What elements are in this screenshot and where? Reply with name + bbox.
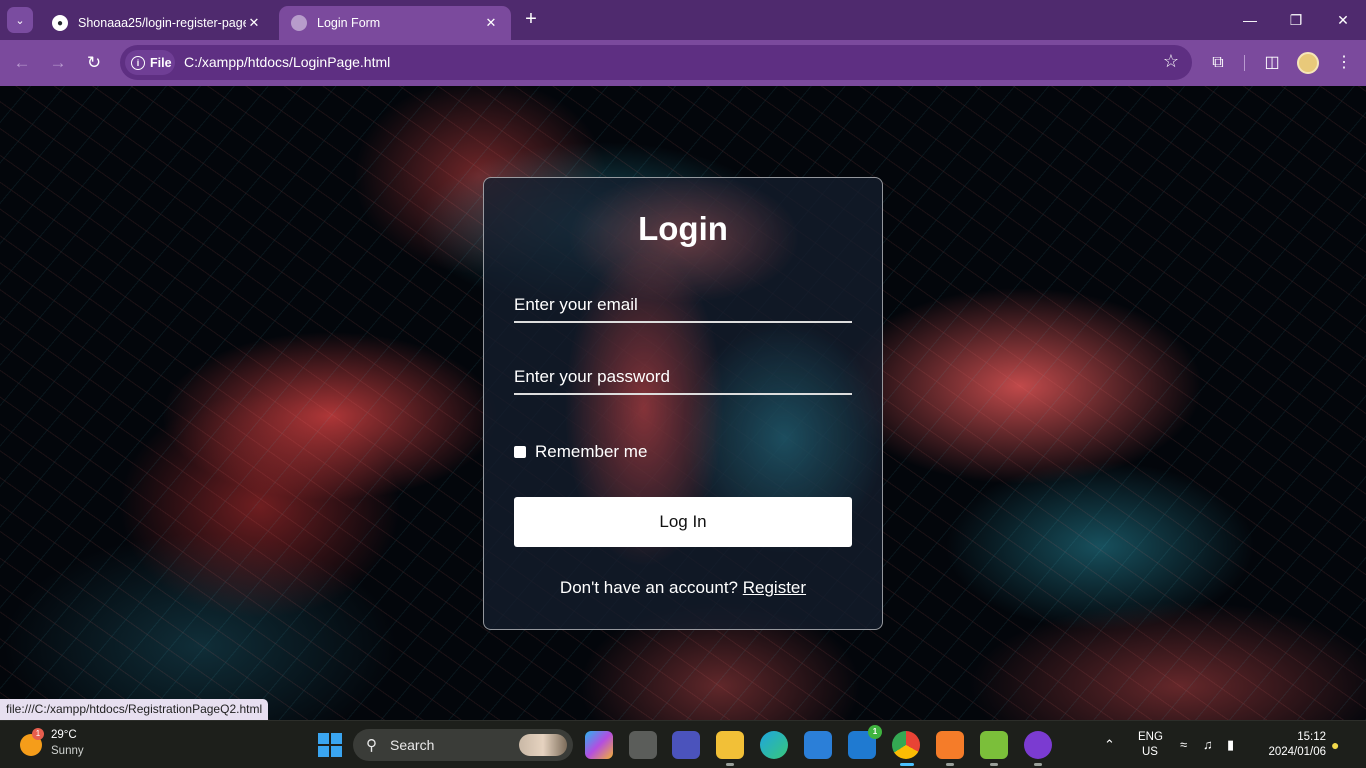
email-input[interactable] <box>514 283 852 321</box>
login-card: Login Remember me Log In Don't have an a… <box>483 177 883 630</box>
language-indicator[interactable]: ENG US <box>1138 730 1163 760</box>
mail-badge: 1 <box>868 725 882 739</box>
tab-github[interactable]: ● Shonaaa25/login-register-page ✕ <box>40 6 274 40</box>
wifi-icon[interactable]: ≈ <box>1180 737 1187 752</box>
tab-login-form[interactable]: Login Form ✕ <box>279 6 511 40</box>
weather-badge: 1 <box>32 728 44 740</box>
close-icon[interactable]: ✕ <box>246 15 262 31</box>
notification-bell-icon[interactable]: ● <box>1331 737 1339 753</box>
clock[interactable]: 15:12 2024/01/06 <box>1256 730 1326 760</box>
weather-condition[interactable]: Sunny <box>51 745 84 757</box>
taskbar: 1 29°C Sunny ⚲ Search 1 ⌃ ENG US ≈ ♫ ▮ 1… <box>0 720 1366 768</box>
register-link[interactable]: Register <box>743 578 806 597</box>
address-bar[interactable]: i File C:/xampp/htdocs/LoginPage.html ☆ <box>120 45 1192 80</box>
forward-icon[interactable]: → <box>46 51 70 75</box>
weather-temperature[interactable]: 29°C <box>51 729 77 741</box>
profile-avatar[interactable] <box>1297 52 1319 74</box>
new-tab-button[interactable]: + <box>520 9 542 31</box>
taskbar-search[interactable]: ⚲ Search <box>353 729 573 761</box>
link-status-bar: file:///C:/xampp/htdocs/RegistrationPage… <box>0 699 269 720</box>
no-account-text: Don't have an account? <box>559 578 739 597</box>
back-icon[interactable]: ← <box>10 51 34 75</box>
menu-kebab-icon[interactable]: ⋮ <box>1332 51 1356 75</box>
password-input[interactable] <box>514 355 852 393</box>
info-icon: i <box>131 55 145 70</box>
email-field <box>514 283 852 323</box>
toolbar-divider <box>1244 55 1245 71</box>
remember-label: Remember me <box>535 442 648 461</box>
chevron-up-icon[interactable]: ⌃ <box>1104 737 1115 753</box>
chrome-icon[interactable] <box>892 731 920 766</box>
remember-checkbox[interactable] <box>514 446 526 458</box>
github-icon: ● <box>52 15 68 31</box>
clock-date: 2024/01/06 <box>1268 746 1326 758</box>
volume-icon[interactable]: ♫ <box>1203 737 1213 752</box>
edge-icon[interactable] <box>760 731 788 759</box>
globe-icon <box>291 15 307 31</box>
side-panel-icon[interactable]: ◫ <box>1260 51 1284 75</box>
clock-time: 15:12 <box>1297 731 1326 743</box>
remember-me[interactable]: Remember me <box>514 442 647 462</box>
copilot-icon[interactable] <box>585 731 613 759</box>
battery-icon[interactable]: ▮ <box>1227 737 1234 753</box>
minimize-icon[interactable]: — <box>1238 8 1262 32</box>
xampp-icon[interactable] <box>936 731 964 766</box>
password-field <box>514 355 852 395</box>
login-title: Login <box>638 210 728 247</box>
url-text[interactable]: C:/xampp/htdocs/LoginPage.html <box>184 54 390 70</box>
register-prompt: Don't have an account? Register <box>484 578 882 598</box>
lang-line1: ENG <box>1138 731 1163 743</box>
tab-title: Shonaaa25/login-register-page <box>78 16 246 30</box>
tab-strip: ⌄ ● Shonaaa25/login-register-page ✕ Logi… <box>0 0 1366 40</box>
close-icon[interactable]: ✕ <box>483 15 499 31</box>
bookmark-star-icon[interactable]: ☆ <box>1163 51 1179 72</box>
search-highlight-image <box>519 734 567 756</box>
meet-icon[interactable] <box>672 731 700 759</box>
site-info-chip[interactable]: i File <box>125 50 175 75</box>
store-icon[interactable] <box>804 731 832 759</box>
extensions-icon[interactable]: ⧉ <box>1206 51 1230 75</box>
reload-icon[interactable]: ↻ <box>82 51 106 75</box>
browser-toolbar: ← → ↻ i File C:/xampp/htdocs/LoginPage.h… <box>0 40 1366 86</box>
tab-search-button[interactable]: ⌄ <box>7 7 33 33</box>
chip-label: File <box>150 55 172 70</box>
search-label: Search <box>390 737 435 753</box>
github-desktop-icon[interactable] <box>1024 731 1052 766</box>
notepad-icon[interactable] <box>980 731 1008 766</box>
restore-icon[interactable]: ❐ <box>1284 8 1308 32</box>
page-viewport: Login Remember me Log In Don't have an a… <box>0 86 1366 720</box>
lang-line2: US <box>1142 746 1158 758</box>
chevron-down-icon: ⌄ <box>15 14 25 27</box>
file-explorer-icon[interactable] <box>716 731 744 766</box>
window-close-icon[interactable]: ✕ <box>1331 8 1355 32</box>
tab-title: Login Form <box>317 16 381 30</box>
task-view-icon[interactable] <box>629 731 657 759</box>
login-button[interactable]: Log In <box>514 497 852 547</box>
windows-start-icon[interactable] <box>318 733 342 757</box>
search-icon: ⚲ <box>366 737 377 754</box>
mail-icon[interactable]: 1 <box>848 725 882 759</box>
